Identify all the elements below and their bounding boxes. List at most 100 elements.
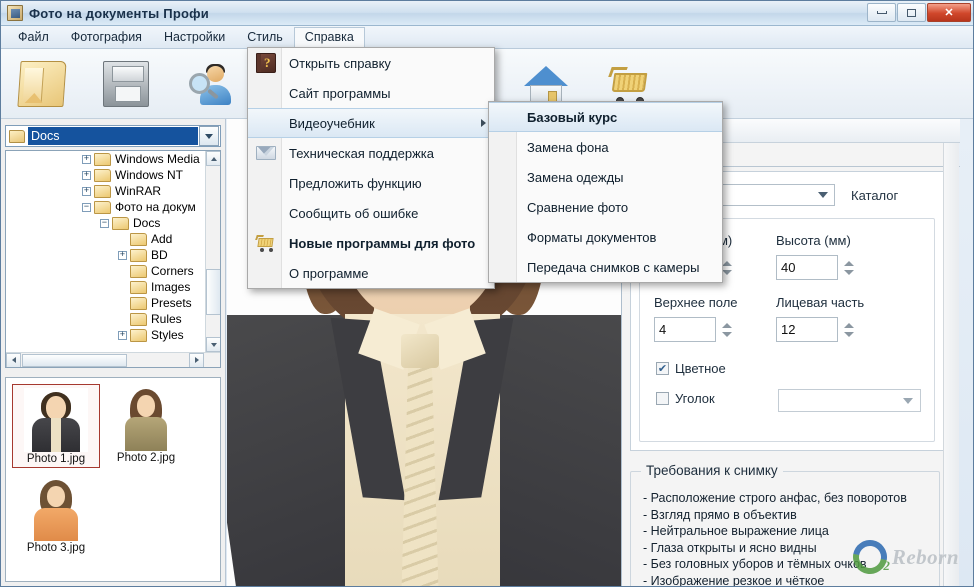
tree-hscroll-thumb[interactable]	[22, 353, 127, 367]
collapse-icon[interactable]: −	[100, 218, 109, 228]
tree-scroll-thumb[interactable]	[206, 269, 220, 315]
list-item[interactable]: Photo 2.jpg	[102, 384, 190, 466]
expand-icon[interactable]: +	[82, 154, 91, 164]
folder-icon	[130, 328, 147, 342]
menu-help[interactable]: Справка	[293, 26, 365, 48]
menu-item-7[interactable]: Новые программы для фото	[248, 228, 494, 258]
thumbnail-list[interactable]: Photo 1.jpg Photo 2.jpg Photo 3.jpg	[5, 377, 221, 582]
menu-item-4[interactable]: Сравнение фото	[489, 192, 722, 222]
color-checkbox[interactable]: ✔	[656, 362, 669, 375]
scroll-up-button[interactable]	[206, 151, 220, 166]
corner-checkbox[interactable]	[656, 392, 669, 405]
list-item[interactable]: Photo 1.jpg	[12, 384, 100, 468]
requirement-item: - Изображение резкое и чёткое	[643, 573, 825, 587]
tree-item-add[interactable]: Add	[6, 231, 206, 247]
spinner-down-icon[interactable]	[843, 269, 854, 275]
tree-item-фото-на-докум[interactable]: − Фото на докум	[6, 199, 206, 215]
cart-icon[interactable]	[607, 61, 653, 107]
menu-photo[interactable]: Фотография	[60, 27, 153, 48]
settings-vertical-scrollbar[interactable]	[943, 143, 959, 586]
list-item[interactable]: Photo 3.jpg	[12, 474, 100, 556]
print-icon[interactable]	[103, 60, 149, 107]
tree-item-bd[interactable]: + BD	[6, 247, 206, 263]
expand-icon[interactable]: +	[118, 330, 127, 340]
menu-item-8[interactable]: О программе	[248, 258, 494, 288]
top-margin-stepper[interactable]	[654, 317, 733, 342]
spinner-up-icon[interactable]	[843, 260, 854, 266]
path-combobox[interactable]: Docs	[5, 125, 221, 147]
tree-item-winrar[interactable]: + WinRAR	[6, 183, 206, 199]
expand-icon[interactable]: +	[82, 186, 91, 196]
expand-icon[interactable]: +	[82, 170, 91, 180]
menu-item-6[interactable]: Передача снимков с камеры	[489, 252, 722, 282]
person-search-icon[interactable]	[187, 61, 233, 107]
minimize-button[interactable]	[867, 3, 896, 22]
spinner-down-icon[interactable]	[721, 331, 732, 337]
height-input[interactable]	[776, 255, 838, 280]
spinner-down-icon[interactable]	[843, 331, 854, 337]
tree-item-styles[interactable]: + Styles	[6, 327, 206, 343]
face-part-input[interactable]	[776, 317, 838, 342]
close-button[interactable]: ✕	[927, 3, 971, 22]
spinner-down-icon[interactable]	[721, 269, 732, 275]
folder-icon	[112, 216, 129, 230]
scroll-left-button[interactable]	[6, 352, 21, 367]
house-roof	[524, 65, 568, 86]
menu-settings[interactable]: Настройки	[153, 27, 236, 48]
maximize-button[interactable]	[897, 3, 926, 22]
path-value[interactable]: Docs	[27, 126, 199, 146]
tree-item-label: Docs	[133, 216, 161, 230]
menu-item-5[interactable]: Предложить функцию	[248, 168, 494, 198]
top-margin-spinner-buttons[interactable]	[720, 317, 733, 342]
tree-item-label: Styles	[151, 328, 184, 342]
path-dropdown-button[interactable]	[199, 126, 219, 146]
tree-item-docs[interactable]: − Docs	[6, 215, 206, 231]
folder-tree[interactable]: + Windows Media + Windows NT + WinRAR − Фото на…	[5, 150, 221, 368]
tree-item-windows-nt[interactable]: + Windows NT	[6, 167, 206, 183]
scroll-down-button[interactable]	[206, 337, 220, 352]
expand-icon[interactable]: +	[118, 250, 127, 260]
tree-item-rules[interactable]: Rules	[6, 311, 206, 327]
spinner-up-icon[interactable]	[843, 322, 854, 328]
menu-file[interactable]: Файл	[7, 27, 60, 48]
tree-item-windows-media[interactable]: + Windows Media	[6, 151, 206, 167]
menu-bar: Файл Фотография Настройки Стиль Справка	[1, 26, 973, 49]
height-stepper[interactable]	[776, 255, 855, 280]
menu-item-4[interactable]: Техническая поддержка	[248, 138, 494, 168]
menu-item-label: Сообщить об ошибке	[289, 205, 419, 221]
collapse-icon[interactable]: −	[82, 202, 91, 212]
menu-item-3[interactable]: Видеоучебник	[248, 108, 494, 138]
open-folder-icon[interactable]	[17, 60, 67, 107]
color-checkbox-row[interactable]: ✔ Цветное	[656, 361, 726, 376]
menu-item-1[interactable]: Базовый курс	[489, 102, 722, 132]
tree-item-presets[interactable]: Presets	[6, 295, 206, 311]
tree-horizontal-scrollbar[interactable]	[6, 352, 220, 367]
face-part-stepper[interactable]	[776, 317, 855, 342]
menu-item-3[interactable]: Замена одежды	[489, 162, 722, 192]
spinner-up-icon[interactable]	[721, 322, 732, 328]
corner-checkbox-row[interactable]: Уголок	[656, 391, 715, 406]
tree-vertical-scrollbar[interactable]	[205, 151, 220, 367]
height-spinner-buttons[interactable]	[842, 255, 855, 280]
tree-item-images[interactable]: Images	[6, 279, 206, 295]
menu-item-6[interactable]: Сообщить об ошибке	[248, 198, 494, 228]
menu-item-1[interactable]: Открыть справку	[248, 48, 494, 78]
scroll-right-button[interactable]	[189, 352, 204, 367]
help-dropdown-menu[interactable]: Открыть справку Сайт программы Видеоучебни…	[247, 47, 495, 289]
thumbnail-image-photo-1	[24, 388, 88, 452]
catalog-button[interactable]: Каталог	[843, 185, 906, 206]
tree-item-corners[interactable]: Corners	[6, 263, 206, 279]
menu-item-5[interactable]: Форматы документов	[489, 222, 722, 252]
video-submenu[interactable]: Базовый курс Замена фона Замена одежды Срав…	[488, 101, 723, 283]
menu-item-2[interactable]: Замена фона	[489, 132, 722, 162]
spinner-up-icon[interactable]	[721, 260, 732, 266]
app-photo-icon	[7, 5, 23, 21]
menu-item-2[interactable]: Сайт программы	[248, 78, 494, 108]
menu-style[interactable]: Стиль	[236, 27, 294, 48]
top-margin-input[interactable]	[654, 317, 716, 342]
home-icon[interactable]	[523, 61, 569, 107]
requirement-item: - Взгляд прямо в объектив	[643, 507, 797, 522]
face-part-spinner-buttons[interactable]	[842, 317, 855, 342]
folder-icon	[94, 184, 111, 198]
corner-combobox[interactable]	[778, 389, 921, 412]
